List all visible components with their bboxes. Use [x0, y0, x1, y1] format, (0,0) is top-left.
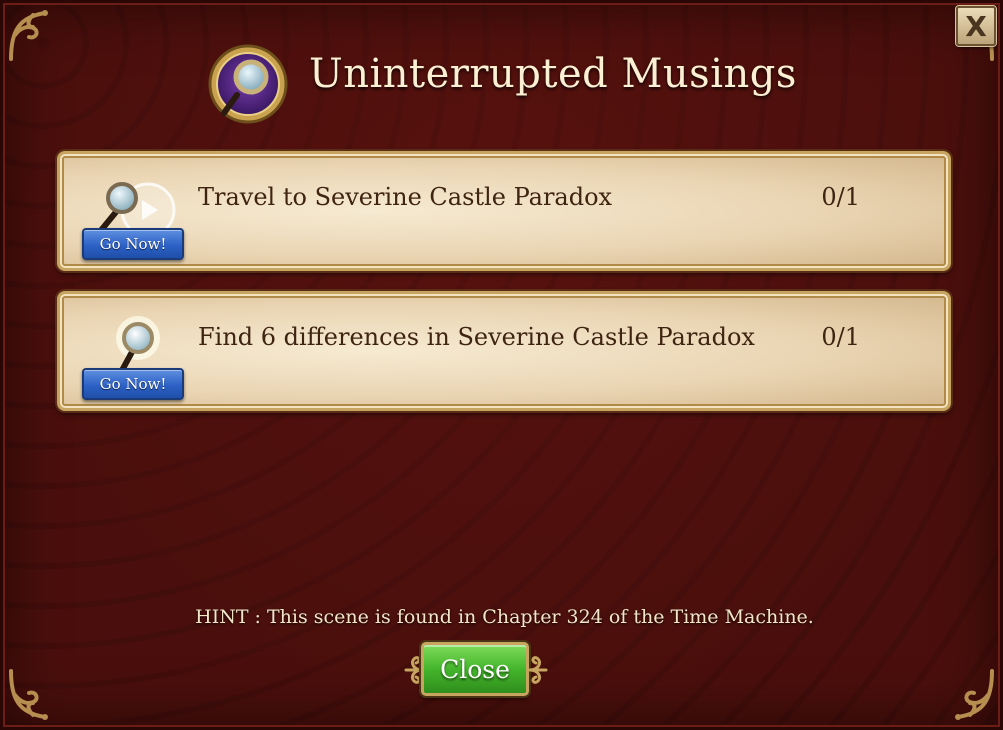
close-button[interactable]: Close	[421, 642, 529, 696]
close-icon: X	[965, 9, 987, 43]
hint-text: HINT : This scene is found in Chapter 32…	[195, 606, 814, 628]
magnifying-glass-icon	[207, 43, 289, 125]
task-progress: 0/1	[821, 183, 860, 211]
close-button-group: Close	[402, 641, 550, 699]
task-card: Go Now! Find 6 differences in Severine C…	[57, 291, 951, 411]
task-description: Find 6 differences in Severine Castle Pa…	[198, 323, 755, 351]
dialog-title: Uninterrupted Musings	[309, 51, 797, 97]
corner-ornament-icon	[938, 665, 998, 725]
go-now-button[interactable]: Go Now!	[82, 368, 184, 400]
close-x-button[interactable]: X	[956, 6, 996, 46]
scroll-ornament-icon	[528, 653, 550, 687]
task-card: Go Now! Travel to Severine Castle Parado…	[57, 151, 951, 271]
go-now-button[interactable]: Go Now!	[82, 228, 184, 260]
task-progress: 0/1	[821, 323, 860, 351]
task-description: Travel to Severine Castle Paradox	[198, 183, 613, 211]
corner-ornament-icon	[5, 665, 65, 725]
corner-ornament-icon	[5, 5, 65, 65]
quest-dialog: X Uninterrupted Musings Go Now! Travel t…	[0, 0, 1003, 730]
